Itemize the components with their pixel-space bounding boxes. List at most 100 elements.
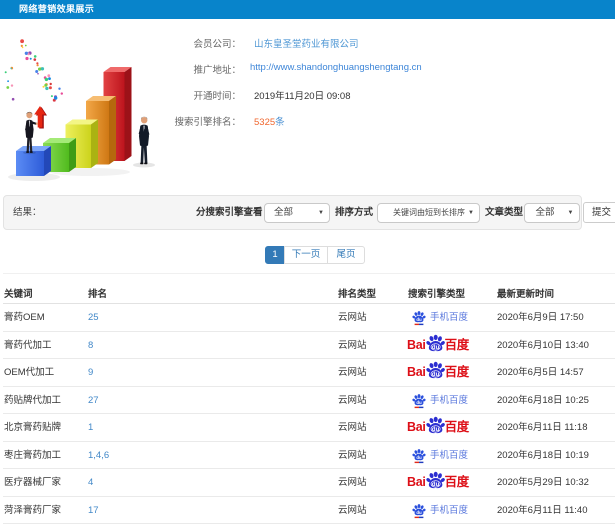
svg-text:du: du xyxy=(431,427,439,433)
cell-rank: 1,4,6 xyxy=(88,442,109,469)
cell-engine-type: Bai du 百度 xyxy=(400,469,469,496)
info-row-url: 推广地址： http://www.shandonghuangshengtang.… xyxy=(0,62,615,74)
promo-url-link[interactable]: http://www.shandonghuangshengtang.cn xyxy=(250,62,422,73)
info-label: 会员公司： xyxy=(96,36,241,50)
info-label: 推广地址： xyxy=(96,62,241,76)
cell-keyword: 医疗器械厂家 xyxy=(4,469,61,496)
baidu-paw-icon: du xyxy=(425,472,445,488)
cell-keyword: OEM代加工 xyxy=(4,359,54,386)
cell-keyword: 菏泽膏药厂家 xyxy=(4,497,61,524)
col-rank: 排名 xyxy=(88,289,107,300)
article-type-value: 全部 xyxy=(536,207,555,218)
col-keyword: 关键词 xyxy=(4,289,33,300)
col-engine-type: 搜索引擎类型 xyxy=(408,289,465,300)
svg-text:du: du xyxy=(431,372,439,378)
svg-text:du: du xyxy=(431,345,439,351)
mobile-baidu-label: 手机百度 xyxy=(430,442,468,469)
cell-engine-type: Bai du 百度 xyxy=(400,414,469,441)
svg-text:du: du xyxy=(431,482,439,488)
sort-value: 关键词由短到长排序 xyxy=(393,208,465,217)
info-row-company: 会员公司： 山东皇圣堂药业有限公司 xyxy=(0,36,615,48)
bar-chart-illustration xyxy=(0,36,170,186)
mobile-baidu-paw-icon: du xyxy=(412,394,426,408)
baidu-paw-icon: du xyxy=(425,362,445,378)
baidu-logo-cn: 百度 xyxy=(445,469,469,496)
table-row: 药贴牌代加工27云网站 du 手机百度2020年6月18日 10:25 xyxy=(3,387,615,415)
cell-update-time: 2020年6月11日 11:40 xyxy=(497,497,588,524)
cell-engine-type: du 手机百度 xyxy=(400,442,468,469)
cell-engine-type: Bai du 百度 xyxy=(400,332,469,359)
cell-update-time: 2020年6月18日 10:19 xyxy=(497,442,589,469)
svg-text:du: du xyxy=(416,400,422,405)
engine-filter-select[interactable]: 全部 ▼ xyxy=(264,203,330,223)
baidu-logo-bai: Bai xyxy=(407,414,426,441)
cell-rank-type: 云网站 xyxy=(338,497,367,524)
cell-rank: 25 xyxy=(88,304,99,331)
chevron-down-icon: ▼ xyxy=(468,204,474,222)
baidu-paw-icon: du xyxy=(425,334,445,350)
cell-engine-type: Bai du 百度 xyxy=(400,359,469,386)
bar-blue xyxy=(16,146,51,176)
mobile-baidu-paw-icon: du xyxy=(412,504,426,518)
cell-rank-type: 云网站 xyxy=(338,442,367,469)
baidu-logo-cn: 百度 xyxy=(445,414,469,441)
engine-filter-label: 分搜索引擎查看 xyxy=(196,196,263,229)
chevron-down-icon: ▼ xyxy=(568,204,574,222)
cell-rank: 4 xyxy=(88,469,93,496)
col-rank-type: 排名类型 xyxy=(338,289,376,300)
cell-update-time: 2020年6月9日 17:50 xyxy=(497,304,584,331)
baidu-logo-bai: Bai xyxy=(407,359,426,386)
mobile-baidu-label: 手机百度 xyxy=(430,497,468,524)
page-last[interactable]: 尾页 xyxy=(327,246,365,264)
table-row: 膏药OEM 25 云网站 du 手机百度 2020年6月9日 17:50 xyxy=(3,304,615,332)
company-name-link[interactable]: 山东皇圣堂药业有限公司 xyxy=(254,36,359,50)
svg-text:du: du xyxy=(416,510,422,515)
sort-select[interactable]: 关键词由短到长排序 ▼ xyxy=(377,203,480,223)
rank-count-value: 5325条 xyxy=(254,114,285,128)
cell-keyword: 药贴牌代加工 xyxy=(4,387,61,414)
baidu-paw-icon: du xyxy=(425,417,445,433)
cell-engine-type: du 手机百度 xyxy=(400,497,468,524)
cell-rank: 8 xyxy=(88,332,93,359)
mobile-baidu-label: 手机百度 xyxy=(430,387,468,414)
table-row: OEM代加工 9 云网站 Bai du 百度 2020年6月5日 14:57 xyxy=(3,359,615,387)
cell-rank: 1 xyxy=(88,414,93,441)
info-row-rankcount: 搜索引擎排名： 5325条 xyxy=(0,114,615,126)
engine-filter-value: 全部 xyxy=(274,207,293,218)
chevron-down-icon: ▼ xyxy=(318,204,324,222)
cell-engine-type: du 手机百度 xyxy=(400,387,468,414)
mobile-baidu-paw-icon: du xyxy=(412,311,426,325)
info-label: 开通时间： xyxy=(96,88,241,102)
cell-rank-type: 云网站 xyxy=(338,359,367,386)
page-current[interactable]: 1 xyxy=(265,246,285,264)
baidu-logo-cn: 百度 xyxy=(445,332,469,359)
submit-button[interactable]: 提交 xyxy=(583,202,615,223)
result-label: 结果： xyxy=(13,196,42,229)
baidu-logo-cn: 百度 xyxy=(445,359,469,386)
cell-update-time: 2020年6月10日 13:40 xyxy=(497,332,589,359)
info-row-opentime: 开通时间： 2019年11月20日 09:08 xyxy=(0,88,615,100)
table-header: 关键词 排名 排名类型 搜索引擎类型 最新更新时间 xyxy=(3,273,615,304)
open-time-value: 2019年11月20日 09:08 xyxy=(254,88,350,102)
cell-keyword: 枣庄膏药加工 xyxy=(4,442,61,469)
info-label: 搜索引擎排名： xyxy=(96,114,241,128)
cell-rank: 9 xyxy=(88,359,93,386)
page-title: 网络营销效果展示 xyxy=(19,0,94,18)
table-row: 医疗器械厂家4云网站Bai du 百度2020年5月29日 10:32 xyxy=(3,469,615,497)
cell-rank-type: 云网站 xyxy=(338,332,367,359)
page-next[interactable]: 下一页 xyxy=(284,246,328,264)
cell-rank-type: 云网站 xyxy=(338,469,367,496)
mobile-baidu-paw-icon: du xyxy=(412,449,426,463)
cell-engine-type: du 手机百度 xyxy=(400,304,468,331)
title-bar: 网络营销效果展示 xyxy=(0,0,615,19)
cell-rank-type: 云网站 xyxy=(338,304,367,331)
cell-rank: 17 xyxy=(88,497,99,524)
cell-keyword: 膏药OEM xyxy=(4,304,45,331)
table-row: 枣庄膏药加工 1,4,6 云网站 du 手机百度 2020年6月18日 10:19 xyxy=(3,442,615,470)
cell-update-time: 2020年6月11日 11:18 xyxy=(497,414,588,441)
cell-update-time: 2020年6月5日 14:57 xyxy=(497,359,584,386)
cell-update-time: 2020年6月18日 10:25 xyxy=(497,387,589,414)
baidu-logo-bai: Bai xyxy=(407,332,426,359)
table-row: 北京膏药贴牌1云网站Bai du 百度2020年6月11日 11:18 xyxy=(3,414,615,442)
article-type-select[interactable]: 全部 ▼ xyxy=(524,203,580,223)
